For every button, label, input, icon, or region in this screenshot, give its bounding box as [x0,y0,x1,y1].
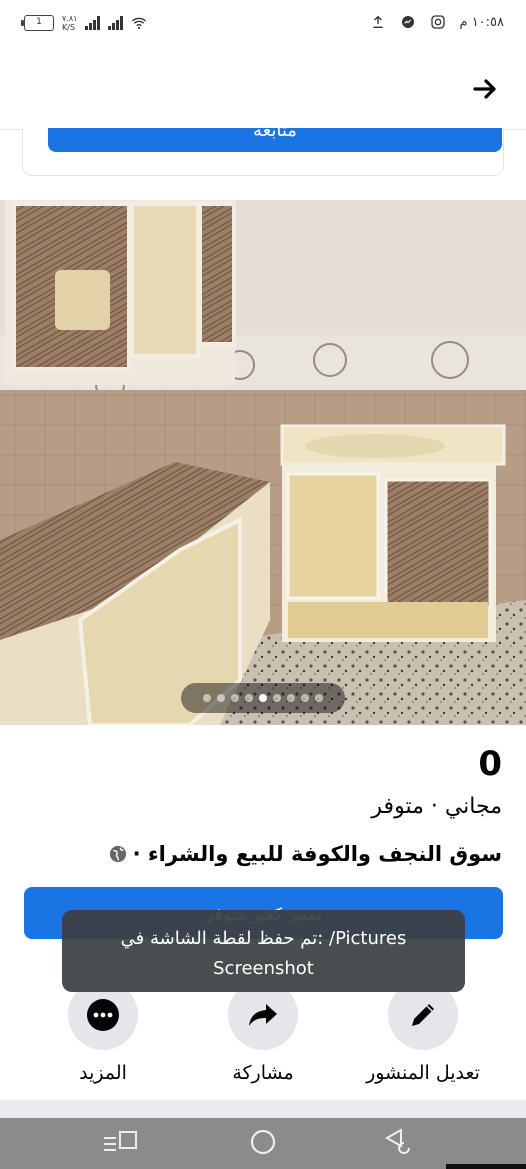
edit-action[interactable]: تعديل المنشور [348,980,498,1084]
listing-photo[interactable] [0,200,526,725]
more-action[interactable]: المزيد [28,980,178,1084]
action-bar: المزيد مشاركة تعديل المنشور [0,980,526,1090]
more-label: المزيد [79,1062,127,1084]
signal-2-icon [108,16,124,30]
pager-dot[interactable] [301,694,309,702]
clock: ١٠:٥٨ م [459,14,505,30]
system-nav-bar [0,1118,526,1169]
back-icon[interactable] [383,1122,423,1162]
section-divider [0,1100,526,1118]
share-label: مشاركة [232,1062,294,1084]
pager-dot[interactable] [273,694,281,702]
toast-line-2: Screenshot [213,958,314,979]
recents-icon[interactable] [100,1122,140,1162]
pager-dot[interactable] [245,694,253,702]
home-icon[interactable] [243,1122,283,1162]
follow-button[interactable]: متابعة [48,128,502,152]
instagram-icon [430,15,445,29]
messenger-icon [401,16,414,28]
kitchen-photo [0,200,526,725]
edit-label: تعديل المنشور [366,1062,480,1084]
status-bar: 1 ٧.٨١ K/S ١٠:٥٨ م [0,0,526,50]
pager-dot[interactable] [287,694,295,702]
pager-dot[interactable] [203,694,211,702]
battery-level: 1 [36,17,42,27]
gesture-indicator [446,1164,526,1169]
wifi-icon [132,17,147,30]
screenshot-toast: تم حفظ لقطة الشاشة في: /Pictures Screens… [62,910,465,992]
signal-icon [85,16,101,30]
previous-card: متابعة [22,128,504,176]
listing-status: مجاني · متوفر [371,794,502,819]
share-action[interactable]: مشاركة [188,980,338,1084]
network-speed: ٧.٨١ K/S [62,14,77,32]
speed-value: ٧.٨١ [62,14,78,23]
toast-line-1: تم حفظ لقطة الشاشة في: /Pictures [120,928,407,949]
status-left: 1 ٧.٨١ K/S [21,14,147,32]
listing-price: 0 [478,744,502,784]
upload-icon [372,15,383,28]
top-bar [0,50,526,130]
share-icon [249,1004,277,1026]
photo-pager [181,683,345,713]
pager-dot[interactable] [315,694,323,702]
globe-icon [109,845,126,863]
more-icon [87,999,119,1031]
status-right: ١٠:٥٨ م [370,14,505,30]
group-name[interactable]: سوق النجف والكوفة للبيع والشراء · [133,842,502,866]
pager-dot[interactable] [217,694,225,702]
battery-icon: 1 [21,15,54,31]
listing-group[interactable]: سوق النجف والكوفة للبيع والشراء · [109,842,502,866]
pager-dot[interactable] [231,694,239,702]
pencil-icon [412,1004,434,1026]
pager-dot-active[interactable] [259,694,267,702]
arrow-right-icon[interactable] [470,74,500,104]
speed-unit: K/S [62,23,76,32]
